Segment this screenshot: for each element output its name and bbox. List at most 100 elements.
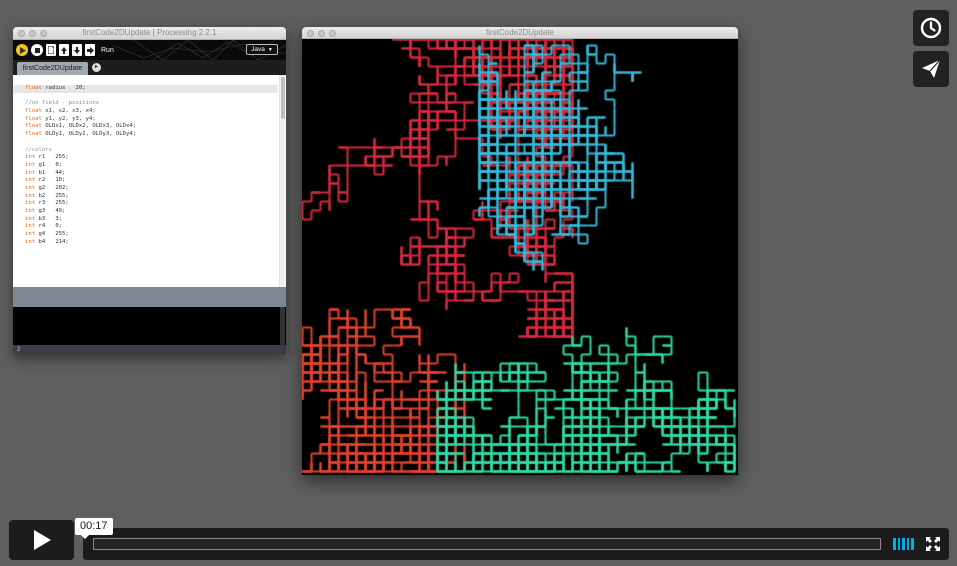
- code-line: int g4 255;: [25, 231, 136, 239]
- arrow-right-icon: [86, 46, 94, 54]
- paper-plane-icon: [922, 59, 941, 78]
- tab-menu-button[interactable]: ▸: [92, 63, 101, 72]
- volume-bar: [893, 538, 896, 550]
- code-token: g2 202;: [35, 184, 69, 191]
- code-line: int b1 44;: [25, 170, 136, 178]
- code-line: int r1 255;: [25, 154, 136, 162]
- export-button[interactable]: [85, 44, 95, 56]
- code-line: float OLDx1, OLDx2, OLDx3, OLDx4;: [25, 123, 136, 131]
- code-line: int g2 202;: [25, 185, 136, 193]
- code-line: float x1, x2, x3, x4;: [25, 108, 136, 116]
- code-token: int: [25, 192, 36, 199]
- code-token: int: [25, 200, 36, 207]
- stop-icon: [34, 47, 40, 53]
- progress-bar[interactable]: [93, 538, 881, 550]
- code-line: int g1 0;: [25, 162, 136, 170]
- clock-icon: [920, 17, 942, 39]
- editor-scrollbar[interactable]: [279, 75, 285, 287]
- code-line: int g3 49;: [25, 208, 136, 216]
- code-token: g3 49;: [35, 208, 66, 214]
- processing-ide-window: firstCode2DUpdate | Processing 2.2.1 Run…: [13, 27, 286, 355]
- code-token: OLDx1, OLDx2, OLDx3, OLDx4;: [41, 123, 137, 130]
- open-button[interactable]: [59, 44, 69, 56]
- player-control-bar: [83, 528, 949, 560]
- code-token: r2 10;: [35, 177, 66, 184]
- code-line: float OLDy1, OLDy2, OLDy3, OLDy4;: [25, 131, 136, 139]
- code-token: float: [25, 85, 42, 91]
- volume-control[interactable]: [893, 538, 914, 550]
- tab-sketch[interactable]: firstCode2DUpdate: [17, 62, 88, 75]
- code-line: int b4 214;: [25, 239, 136, 247]
- stop-button[interactable]: [31, 44, 43, 56]
- editor-scrollbar-thumb[interactable]: [281, 77, 285, 119]
- time-tooltip: 00:17: [75, 518, 113, 539]
- code-token: float: [25, 115, 42, 122]
- sketch-window-title: firstCode2DUpdate: [485, 28, 555, 37]
- code-line: //colors: [25, 147, 136, 155]
- ide-tabbar: firstCode2DUpdate ▸: [13, 60, 286, 75]
- save-button[interactable]: [72, 44, 82, 56]
- sketch-window: firstCode2DUpdate: [302, 27, 738, 475]
- code-token: int: [25, 231, 36, 238]
- code-token: float: [25, 108, 42, 115]
- share-button[interactable]: [913, 51, 949, 87]
- code-line: int r4 0;: [25, 223, 136, 231]
- ide-toolbar: Run Java ▼: [13, 40, 286, 60]
- code-line: int r3 255;: [25, 200, 136, 208]
- arrow-right-icon: ▸: [94, 64, 98, 70]
- code-token: int: [25, 169, 36, 176]
- code-token: int: [25, 154, 36, 161]
- code-line: float y1, y2, y3, y4;: [25, 116, 136, 124]
- code-token: b3 3;: [35, 215, 63, 222]
- volume-bar: [902, 538, 905, 550]
- console-area: [13, 307, 286, 345]
- mode-selector[interactable]: Java ▼: [246, 44, 278, 55]
- volume-bar: [897, 538, 900, 550]
- watch-later-button[interactable]: [913, 10, 949, 46]
- code-token: y1, y2, y3, y4;: [41, 115, 96, 122]
- play-button[interactable]: [9, 520, 74, 560]
- volume-bar: [911, 538, 914, 550]
- code-token: float: [25, 123, 42, 130]
- code-token: //colors: [25, 146, 52, 153]
- chevron-down-icon: ▼: [267, 46, 273, 53]
- arrow-up-icon: [61, 46, 67, 54]
- fullscreen-icon[interactable]: [926, 537, 940, 551]
- code-line: //on field - positions: [25, 100, 136, 108]
- sketch-canvas: [302, 39, 738, 475]
- play-icon: [33, 530, 51, 550]
- console-scrollbar[interactable]: [280, 307, 285, 345]
- run-button[interactable]: [16, 44, 28, 56]
- code-token: r1 255;: [35, 154, 69, 161]
- code-token: int: [25, 177, 36, 184]
- code-token: x1, x2, x3, x4;: [41, 108, 96, 115]
- new-sketch-button[interactable]: [46, 44, 56, 56]
- volume-bar: [906, 538, 909, 550]
- code-token: int: [25, 161, 36, 168]
- code-line: int r2 10;: [25, 177, 136, 185]
- ide-window-title: firstCode2DUpdate | Processing 2.2.1: [82, 28, 217, 37]
- code-token: g4 255;: [35, 231, 69, 238]
- code-line: float radius 20;: [25, 85, 136, 93]
- code-token: g1 0;: [35, 161, 63, 168]
- toolbar-status-label: Run: [101, 46, 114, 54]
- code-token: b1 44;: [35, 169, 66, 176]
- code-line: int b2 255;: [25, 193, 136, 201]
- code-editor[interactable]: float radius 20; //on field - positions f…: [13, 75, 286, 287]
- code-token: radius 20;: [41, 85, 86, 91]
- ide-titlebar: firstCode2DUpdate | Processing 2.2.1: [13, 27, 286, 40]
- message-area: [13, 287, 286, 307]
- code-token: int: [25, 238, 36, 245]
- code-token: b2 255;: [35, 192, 69, 199]
- code-token: //on field - positions: [25, 100, 100, 107]
- mode-selector-value: Java: [251, 46, 265, 53]
- code-token: int: [25, 223, 36, 230]
- code-token: int: [25, 208, 36, 214]
- play-icon: [19, 46, 26, 54]
- arrow-down-icon: [74, 46, 80, 54]
- line-number-indicator: 2: [13, 345, 286, 355]
- code-text: float radius 20; //on field - positions f…: [25, 85, 136, 246]
- code-token: float: [25, 131, 42, 138]
